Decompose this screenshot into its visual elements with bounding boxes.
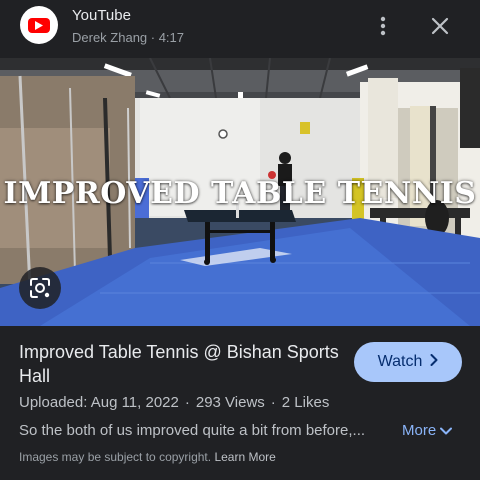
result-description: So the both of us improved quite a bit f… xyxy=(19,422,366,439)
separator: · xyxy=(184,394,190,411)
source-meta: Derek Zhang · 4:17 xyxy=(72,30,185,45)
copyright-text: Images may be subject to copyright. xyxy=(19,450,212,464)
view-count: 293 Views xyxy=(195,394,265,411)
result-stats: Uploaded: Aug 11, 2022 · 293 Views · 2 Likes xyxy=(19,394,329,411)
copyright-notice: Images may be subject to copyright. Lear… xyxy=(19,450,276,464)
close-icon[interactable] xyxy=(426,12,454,40)
separator: · xyxy=(270,394,276,411)
source-name[interactable]: YouTube xyxy=(72,7,131,24)
chevron-right-icon xyxy=(430,353,438,371)
more-vert-icon[interactable] xyxy=(372,12,394,40)
like-count: 2 Likes xyxy=(281,394,330,411)
video-thumbnail[interactable]: IMPROVED TABLE TENNIS xyxy=(0,58,480,326)
more-label: More xyxy=(402,422,437,439)
google-lens-icon[interactable] xyxy=(19,267,61,309)
video-overlay-title: IMPROVED TABLE TENNIS xyxy=(3,176,477,211)
learn-more-link[interactable]: Learn More xyxy=(214,450,275,464)
result-title[interactable]: Improved Table Tennis @ Bishan Sports Ha… xyxy=(19,340,339,388)
result-header: YouTube Derek Zhang · 4:17 xyxy=(0,0,480,56)
more-button[interactable]: More xyxy=(402,422,453,439)
youtube-logo[interactable] xyxy=(20,6,58,44)
play-icon xyxy=(28,17,50,33)
chevron-down-icon xyxy=(440,422,453,439)
upload-date: Uploaded: Aug 11, 2022 xyxy=(19,394,179,411)
watch-button-label: Watch xyxy=(377,353,423,370)
watch-button[interactable]: Watch xyxy=(354,342,462,382)
